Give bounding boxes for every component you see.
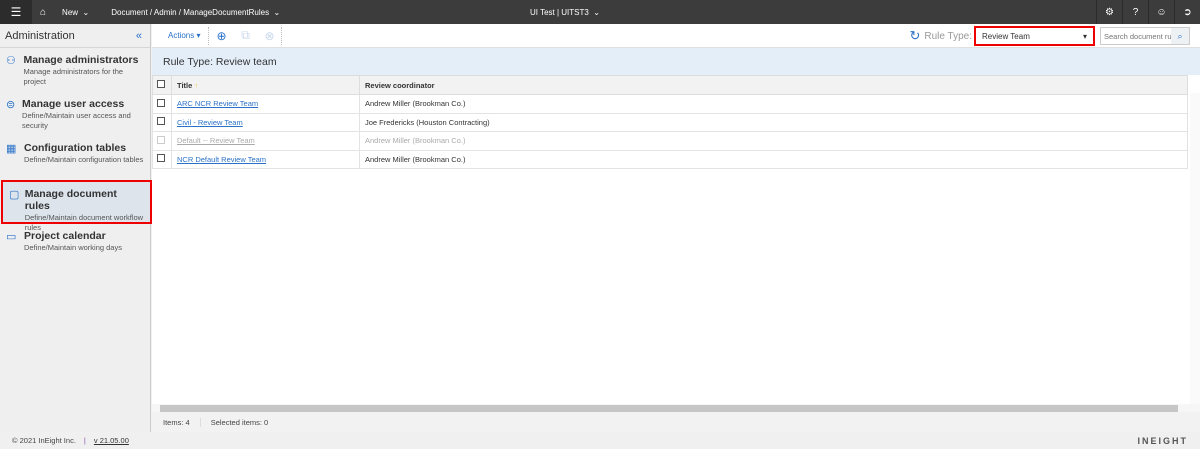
table-row[interactable]: NCR Default Review Team Andrew Miller (Br… (152, 149, 1188, 169)
vertical-scrollbar[interactable] (1190, 93, 1200, 409)
actions-label: Actions (168, 31, 195, 40)
search-icon[interactable]: ⌕ (1171, 28, 1189, 44)
footer: © 2021 InEight Inc. | v 21.05.00 (0, 432, 1200, 449)
select-all-checkbox[interactable] (157, 80, 165, 88)
actions-menu[interactable]: Actions ▾ (152, 31, 208, 40)
separator: | (83, 436, 86, 445)
row-checkbox[interactable] (157, 98, 165, 107)
coordinator-cell: Andrew Miller (Brookman Co.) (359, 131, 1188, 151)
rule-title-link[interactable]: NCR Default Review Team (177, 155, 266, 164)
table-header: Title ↑ Review coordinator (152, 75, 1188, 95)
refresh-icon[interactable]: ↻ (909, 28, 920, 44)
gear-icon[interactable]: ⚙ (1096, 0, 1122, 24)
table-row[interactable]: Civil - Review Team Joe Fredericks (Houst… (152, 112, 1188, 132)
rule-type-value: Review Team (982, 31, 1030, 41)
copyright: © 2021 InEight Inc. (12, 436, 76, 445)
nav-desc: Manage administrators for the project (23, 67, 124, 86)
project-selector[interactable]: UI Test | UITST3 ⌄ (530, 0, 600, 24)
rules-table: Title ↑ Review coordinator ARC NCR Revie… (152, 75, 1188, 169)
sidebar-item-configuration-tables[interactable]: ▦ Configuration tables Define/Maintain con… (0, 136, 150, 180)
nav-title: Manage document rules (24, 188, 117, 212)
coordinator-cell: Andrew Miller (Brookman Co.) (359, 94, 1188, 114)
selected-count: Selected items: 0 (199, 417, 268, 427)
main-panel: Actions ▾ ⊕ ⧉ ⊗ ↻ Rule Type: Review Team… (152, 24, 1200, 432)
row-checkbox (157, 135, 165, 144)
column-title[interactable]: Title ↑ (171, 75, 360, 95)
sidebar-title: Administration (5, 29, 75, 42)
collapse-icon[interactable]: « (136, 30, 142, 42)
coordinator-cell: Andrew Miller (Brookman Co.) (359, 149, 1188, 169)
column-label: Title (177, 80, 193, 90)
nav-title: Manage administrators (23, 54, 139, 66)
help-icon[interactable]: ? (1122, 0, 1148, 24)
row-checkbox[interactable] (157, 154, 165, 163)
calendar-icon: ▭ (6, 231, 17, 243)
hamburger-icon[interactable]: ☰ (0, 0, 32, 24)
chevron-down-icon: ⌄ (273, 7, 281, 17)
sidebar-item-manage-administrators[interactable]: ⚇ Manage administrators Manage administrat… (0, 48, 150, 92)
status-bar: Items: 4 Selected items: 0 (152, 412, 1200, 432)
nav-desc: Define/Maintain user access and security (22, 111, 131, 130)
chevron-down-icon: ⌄ (593, 7, 600, 17)
table-row[interactable]: Default -- Review Team Andrew Miller (Bro… (152, 131, 1188, 151)
rule-title-link[interactable]: ARC NCR Review Team (177, 99, 258, 108)
nav-title: Manage user access (22, 98, 125, 110)
rule-title-link[interactable]: Civil - Review Team (177, 118, 243, 127)
nav-title: Project calendar (24, 230, 106, 242)
chevron-down-icon: ⌄ (82, 7, 90, 17)
sort-asc-icon: ↑ (194, 80, 199, 90)
table-row[interactable]: ARC NCR Review Team Andrew Miller (Brookm… (152, 94, 1188, 114)
new-menu[interactable]: New ⌄ (54, 0, 97, 24)
globe-icon: ⊜ (6, 99, 16, 111)
sidebar: Administration « ⚇ Manage administrators Ma… (0, 24, 152, 432)
sidebar-item-project-calendar[interactable]: ▭ Project calendar Define/Maintain working… (0, 224, 150, 268)
column-review-coordinator[interactable]: Review coordinator (359, 75, 1188, 95)
rule-type-banner: Rule Type: Review team (152, 48, 1200, 75)
nav-desc: Define/Maintain working days (24, 243, 122, 252)
users-icon: ⚇ (6, 55, 16, 67)
document-icon: ▢ (9, 189, 20, 201)
copy-icon[interactable]: ⧉ (233, 28, 257, 43)
user-icon[interactable]: ☺ (1148, 0, 1174, 24)
rule-type-label: Rule Type: (924, 30, 972, 42)
top-bar: ☰ ⌂ New ⌄ Document / Admin / ManageDocum… (0, 0, 1200, 24)
breadcrumb-text: Document / Admin / ManageDocumentRules (111, 7, 270, 17)
sidebar-item-manage-user-access[interactable]: ⊜ Manage user access Define/Maintain user … (0, 92, 150, 136)
rule-type-select[interactable]: Review Team ▾ (974, 26, 1095, 46)
caret-down-icon: ▾ (1082, 31, 1087, 41)
toolbar: Actions ▾ ⊕ ⧉ ⊗ ↻ Rule Type: Review Team… (152, 24, 1200, 48)
coordinator-cell: Joe Fredericks (Houston Contracting) (359, 112, 1188, 132)
breadcrumb[interactable]: Document / Admin / ManageDocumentRules ⌄ (103, 0, 288, 24)
search-input[interactable] (1101, 28, 1171, 44)
delete-icon[interactable]: ⊗ (257, 29, 281, 43)
row-checkbox[interactable] (157, 117, 165, 126)
project-name: UI Test | UITST3 (530, 7, 589, 17)
nav-desc: Define/Maintain configuration tables (24, 155, 144, 164)
items-count: Items: 4 (163, 417, 190, 427)
grid-icon: ▦ (6, 143, 17, 155)
nav-title: Configuration tables (24, 142, 127, 154)
horizontal-scrollbar[interactable] (152, 404, 1200, 412)
rule-title-link[interactable]: Default -- Review Team (177, 136, 255, 145)
sidebar-item-manage-document-rules[interactable]: ▢ Manage document rules Define/Maintain do… (1, 180, 152, 232)
ineight-logo: INEIGHT (1137, 436, 1188, 446)
home-icon[interactable]: ⌂ (32, 0, 54, 24)
new-label: New (62, 7, 79, 17)
logout-icon[interactable]: ➲ (1174, 0, 1200, 24)
version-link[interactable]: v 21.05.00 (94, 436, 129, 445)
add-icon[interactable]: ⊕ (209, 29, 233, 43)
